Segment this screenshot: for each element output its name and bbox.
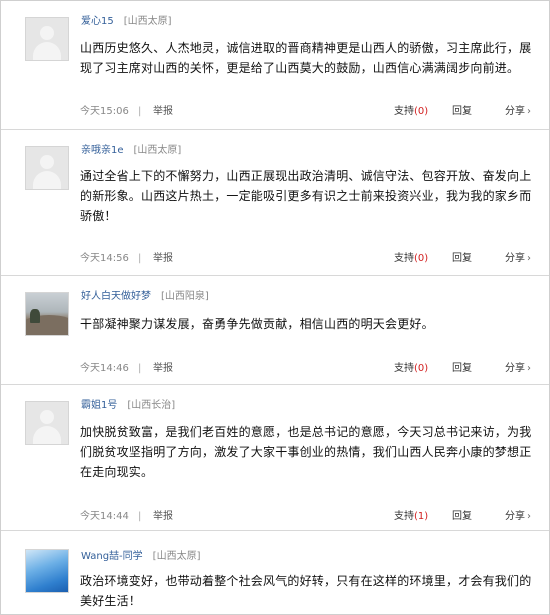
meta-separator: | bbox=[138, 106, 142, 117]
reply-button[interactable]: 回复 bbox=[452, 510, 472, 524]
support-label: 支持 bbox=[394, 511, 414, 522]
support-label: 支持 bbox=[394, 363, 414, 374]
share-button[interactable]: 分享 › bbox=[505, 362, 531, 376]
report-button[interactable]: 举报 bbox=[153, 510, 173, 524]
support-button[interactable]: 支持(0) bbox=[394, 105, 428, 119]
comment-username[interactable]: 亲哦亲1e bbox=[81, 145, 124, 156]
share-button[interactable]: 分享 › bbox=[505, 105, 531, 119]
share-button[interactable]: 分享 › bbox=[505, 252, 531, 266]
reply-button[interactable]: 回复 bbox=[452, 105, 472, 119]
share-label: 分享 bbox=[505, 106, 525, 117]
report-button[interactable]: 举报 bbox=[153, 105, 173, 119]
comment-time: 今天14:46 bbox=[80, 363, 129, 374]
comment-location: [山西长治] bbox=[127, 400, 176, 411]
comment-item: 好人白天做好梦 [山西阳泉] 干部凝神聚力谋发展，奋勇争先做贡献，相信山西的明天会… bbox=[1, 276, 549, 385]
support-count: (0) bbox=[414, 363, 429, 374]
support-label: 支持 bbox=[394, 106, 414, 117]
share-label: 分享 bbox=[505, 511, 525, 522]
reply-button[interactable]: 回复 bbox=[452, 362, 472, 376]
support-count: (0) bbox=[414, 253, 429, 264]
comment-item: 亲哦亲1e [山西太原] 通过全省上下的不懈努力，山西正展现出政治清明、诚信守法、… bbox=[1, 130, 549, 276]
comment-time: 今天14:44 bbox=[80, 511, 129, 522]
share-button[interactable]: 分享 › bbox=[505, 510, 531, 524]
report-button[interactable]: 举报 bbox=[153, 252, 173, 266]
comment-time: 今天15:06 bbox=[80, 106, 129, 117]
meta-separator: | bbox=[138, 253, 142, 264]
support-button[interactable]: 支持(0) bbox=[394, 362, 428, 376]
comment-item: 爱心15 [山西太原] 山西历史悠久、人杰地灵，诚信进取的晋商精神更是山西人的骄傲… bbox=[1, 1, 549, 130]
chevron-right-icon: › bbox=[527, 511, 531, 522]
support-label: 支持 bbox=[394, 253, 414, 264]
default-avatar-icon[interactable] bbox=[25, 17, 69, 61]
support-count: (1) bbox=[414, 511, 429, 522]
chevron-right-icon: › bbox=[527, 363, 531, 374]
chevron-right-icon: › bbox=[527, 253, 531, 264]
comment-text: 干部凝神聚力谋发展，奋勇争先做贡献，相信山西的明天会更好。 bbox=[80, 317, 434, 331]
comment-location: [山西太原] bbox=[133, 145, 182, 156]
chevron-right-icon: › bbox=[527, 106, 531, 117]
share-label: 分享 bbox=[505, 253, 525, 264]
comment-text: 加快脱贫致富，是我们老百姓的意愿，也是总书记的意愿，今天习总书记来访，为我们脱贫… bbox=[80, 425, 532, 479]
support-button[interactable]: 支持(1) bbox=[394, 510, 428, 524]
share-label: 分享 bbox=[505, 363, 525, 374]
comment-item: 霸姐1号 [山西长治] 加快脱贫致富，是我们老百姓的意愿，也是总书记的意愿，今天习… bbox=[1, 385, 549, 531]
comment-list: 爱心15 [山西太原] 山西历史悠久、人杰地灵，诚信进取的晋商精神更是山西人的骄傲… bbox=[0, 0, 550, 615]
support-button[interactable]: 支持(0) bbox=[394, 252, 428, 266]
support-count: (0) bbox=[414, 106, 429, 117]
comment-text: 山西历史悠久、人杰地灵，诚信进取的晋商精神更是山西人的骄傲，习主席此行，展现了习… bbox=[80, 41, 532, 75]
meta-separator: | bbox=[138, 363, 142, 374]
comment-time: 今天14:56 bbox=[80, 253, 129, 264]
comment-location: [山西太原] bbox=[123, 16, 172, 27]
comment-username[interactable]: 爱心15 bbox=[81, 16, 114, 27]
default-avatar-icon[interactable] bbox=[25, 146, 69, 190]
meta-separator: | bbox=[138, 511, 142, 522]
report-button[interactable]: 举报 bbox=[153, 362, 173, 376]
comment-username[interactable]: 霸姐1号 bbox=[81, 400, 117, 411]
blue-photo-avatar[interactable] bbox=[25, 549, 69, 593]
comment-username[interactable]: 好人白天做好梦 bbox=[81, 291, 151, 302]
comment-text: 通过全省上下的不懈努力，山西正展现出政治清明、诚信守法、包容开放、奋发向上的新形… bbox=[80, 169, 532, 223]
comment-text: 政治环境变好，也带动着整个社会风气的好转，只有在这样的环境里，才会有我们的美好生… bbox=[80, 574, 532, 608]
reply-button[interactable]: 回复 bbox=[452, 252, 472, 266]
comment-username[interactable]: Wang喆-同学 bbox=[81, 551, 143, 562]
landscape-photo-avatar[interactable] bbox=[25, 292, 69, 336]
comment-item: Wang喆-同学 [山西太原] 政治环境变好，也带动着整个社会风气的好转，只有在这… bbox=[1, 531, 549, 614]
default-avatar-icon[interactable] bbox=[25, 401, 69, 445]
comment-location: [山西太原] bbox=[152, 551, 201, 562]
comment-location: [山西阳泉] bbox=[161, 291, 209, 302]
